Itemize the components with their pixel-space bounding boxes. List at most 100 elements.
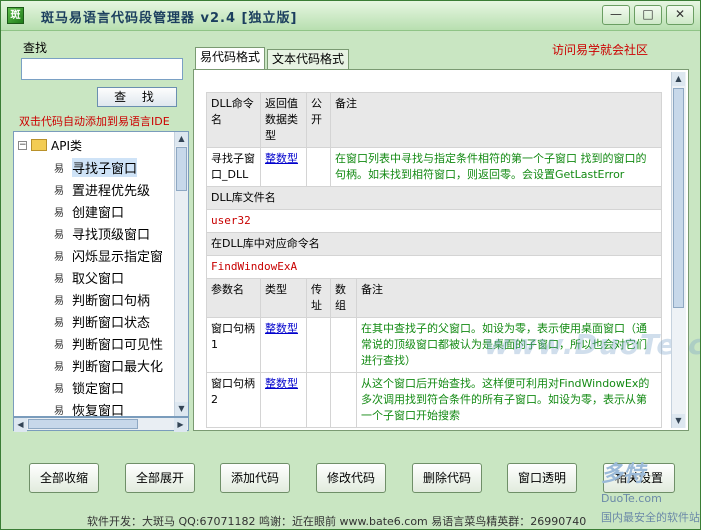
header-dll-name: DLL命令名 xyxy=(206,92,261,148)
param-remark-cell: 从这个窗口后开始查找。这样便可利用对FindWindowEx的多次调用找到符合条… xyxy=(356,372,662,428)
tree-item-label: 置进程优先级 xyxy=(72,183,151,199)
tree-item[interactable]: 易寻找子窗口 xyxy=(14,156,174,178)
tree-item-label: 判断窗口句柄 xyxy=(72,293,151,309)
param-byref-cell xyxy=(306,317,331,373)
watermark-text: www.DuoTe.com xyxy=(484,328,700,361)
header-array: 数组 xyxy=(330,278,357,318)
document-vertical-scrollbar[interactable]: ▲ ▼ xyxy=(671,72,686,428)
public-cell xyxy=(306,147,331,187)
return-type-link[interactable]: 整数型 xyxy=(265,152,298,165)
header-param-type: 类型 xyxy=(260,278,307,318)
code-snippet-icon: 易 xyxy=(54,361,64,373)
tree-item[interactable]: 易闪烁显示指定窗 xyxy=(14,244,174,266)
param-array-cell xyxy=(330,317,357,373)
close-button[interactable]: ✕ xyxy=(666,5,694,25)
app-icon: 斑 xyxy=(7,7,24,24)
tab-text-code-format[interactable]: 文本代码格式 xyxy=(267,49,350,69)
code-snippet-icon: 易 xyxy=(54,185,64,197)
tree-item-label: 判断窗口状态 xyxy=(72,315,151,331)
tree-item[interactable]: 易创建窗口 xyxy=(14,200,174,222)
tree-item[interactable]: 易判断窗口最大化 xyxy=(14,354,174,376)
header-param-name: 参数名 xyxy=(206,278,261,318)
param-type-cell: 整数型 xyxy=(260,317,307,373)
expand-all-button[interactable]: 全部展开 xyxy=(125,463,195,493)
code-snippet-icon: 易 xyxy=(54,273,64,285)
code-snippet-icon: 易 xyxy=(54,229,64,241)
search-input[interactable] xyxy=(21,58,183,80)
header-public: 公开 xyxy=(306,92,331,148)
edit-code-button[interactable]: 修改代码 xyxy=(316,463,386,493)
param-row: 窗口句柄2 整数型 从这个窗口后开始查找。这样便可利用对FindWindowEx… xyxy=(206,372,662,428)
window-title: 斑马易语言代码段管理器 v2.4 [独立版] xyxy=(41,11,298,26)
code-tree[interactable]: − API类 易寻找子窗口易置进程优先级易创建窗口易寻找顶级窗口易闪烁显示指定窗… xyxy=(13,131,189,417)
brand-logo: 多特 xyxy=(601,462,646,487)
tree-item-label: 锁定窗口 xyxy=(72,381,125,397)
tree-item[interactable]: 易取父窗口 xyxy=(14,266,174,288)
param-type-cell: 整数型 xyxy=(260,372,307,428)
header-return-type: 返回值数据类型 xyxy=(260,92,307,148)
double-click-hint: 双击代码自动添加到易语言IDE xyxy=(19,115,170,128)
tree-item-label: 寻找子窗口 xyxy=(72,157,138,177)
title-bar[interactable]: 斑 斑马易语言代码段管理器 v2.4 [独立版] — □ ✕ xyxy=(1,1,700,31)
delete-code-button[interactable]: 删除代码 xyxy=(412,463,482,493)
brand-sub: DuoTe.com xyxy=(601,492,662,505)
dll-table: DLL命令名 返回值数据类型 公开 备注 寻找子窗口_DLL 整数型 在窗口列表… xyxy=(206,92,662,428)
search-button[interactable]: 查 找 xyxy=(97,87,177,107)
tree-item-label: 寻找顶级窗口 xyxy=(72,227,151,243)
doc-scroll-down-icon[interactable]: ▼ xyxy=(672,414,685,428)
tree-item[interactable]: 易判断窗口句柄 xyxy=(14,288,174,310)
collapse-all-button[interactable]: 全部收缩 xyxy=(29,463,99,493)
code-snippet-icon: 易 xyxy=(54,295,64,307)
h-scroll-thumb[interactable] xyxy=(28,419,138,429)
code-snippet-icon: 易 xyxy=(54,317,64,329)
code-snippet-icon: 易 xyxy=(54,383,64,395)
tree-item-label: 闪烁显示指定窗 xyxy=(72,249,164,265)
param-name-cell: 窗口句柄1 xyxy=(206,317,261,373)
scroll-thumb[interactable] xyxy=(176,147,187,191)
param-name-cell: 窗口句柄2 xyxy=(206,372,261,428)
collapse-icon[interactable]: − xyxy=(18,140,27,150)
tree-items: 易寻找子窗口易置进程优先级易创建窗口易寻找顶级窗口易闪烁显示指定窗易取父窗口易判… xyxy=(14,156,174,417)
code-view: DLL命令名 返回值数据类型 公开 备注 寻找子窗口_DLL 整数型 在窗口列表… xyxy=(193,69,700,431)
param-type-link[interactable]: 整数型 xyxy=(265,377,298,390)
header-remark: 备注 xyxy=(330,92,662,148)
doc-scroll-up-icon[interactable]: ▲ xyxy=(672,72,685,86)
tree-horizontal-scrollbar[interactable]: ◀ ▶ xyxy=(13,417,189,432)
scroll-down-icon[interactable]: ▼ xyxy=(175,402,188,416)
maximize-button[interactable]: □ xyxy=(634,5,662,25)
tree-vertical-scrollbar[interactable]: ▲ ▼ xyxy=(174,132,188,416)
param-array-cell xyxy=(330,372,357,428)
tree-item-label: 判断窗口可见性 xyxy=(72,337,164,353)
param-type-link[interactable]: 整数型 xyxy=(265,322,298,335)
code-snippet-icon: 易 xyxy=(54,207,64,219)
scroll-up-icon[interactable]: ▲ xyxy=(175,132,188,146)
dll-name-cell: 寻找子窗口_DLL xyxy=(206,147,261,187)
duote-brand-watermark: 多特 DuoTe.com 国内最安全的软件站 xyxy=(601,456,700,526)
header-param-remark: 备注 xyxy=(356,278,662,318)
tree-item[interactable]: 易寻找顶级窗口 xyxy=(14,222,174,244)
minimize-button[interactable]: — xyxy=(602,5,630,25)
tree-root-label: API类 xyxy=(51,138,82,153)
tree-item[interactable]: 易恢复窗口 xyxy=(14,398,174,417)
header-byref: 传址 xyxy=(306,278,331,318)
tree-root-api[interactable]: − API类 xyxy=(18,136,82,154)
tab-e-code-format[interactable]: 易代码格式 xyxy=(195,47,266,69)
tree-item-label: 判断窗口最大化 xyxy=(72,359,164,375)
lib-file-value: user32 xyxy=(206,209,662,233)
tree-item[interactable]: 易判断窗口可见性 xyxy=(14,332,174,354)
tree-item[interactable]: 易判断窗口状态 xyxy=(14,310,174,332)
scroll-left-icon[interactable]: ◀ xyxy=(14,418,27,432)
window-transparent-button[interactable]: 窗口透明 xyxy=(507,463,577,493)
folder-icon xyxy=(31,139,47,151)
tree-item[interactable]: 易锁定窗口 xyxy=(14,376,174,398)
tree-item[interactable]: 易置进程优先级 xyxy=(14,178,174,200)
search-label: 查找 xyxy=(23,41,48,55)
visit-community-link[interactable]: 访问易学就会社区 xyxy=(552,41,648,58)
doc-scroll-thumb[interactable] xyxy=(673,88,684,308)
code-snippet-icon: 易 xyxy=(54,251,64,263)
dll-remark-cell: 在窗口列表中寻找与指定条件相符的第一个子窗口 找到的窗口的句柄。如未找到相符窗口… xyxy=(330,147,662,187)
param-byref-cell xyxy=(306,372,331,428)
scroll-right-icon[interactable]: ▶ xyxy=(174,418,187,432)
add-code-button[interactable]: 添加代码 xyxy=(220,463,290,493)
brand-slogan: 国内最安全的软件站 xyxy=(601,511,700,524)
